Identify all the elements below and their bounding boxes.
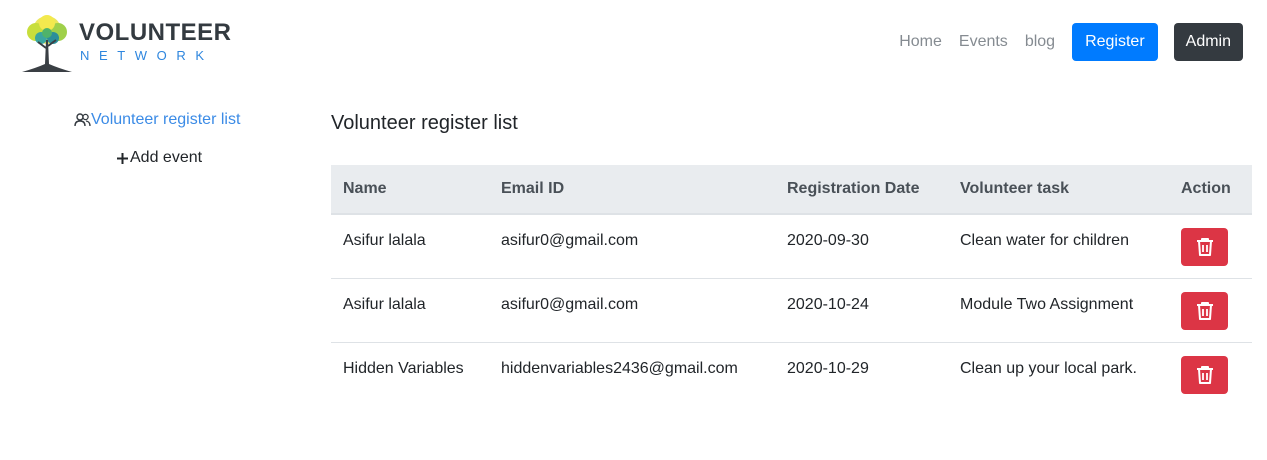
- header-email: Email ID: [489, 165, 775, 215]
- header-action: Action: [1169, 165, 1252, 215]
- delete-button[interactable]: [1181, 355, 1228, 394]
- sidebar-item-label: Volunteer register list: [91, 111, 241, 128]
- cell-task: Clean water for children: [960, 232, 1129, 249]
- volunteer-table: Name Email ID Registration Date Voluntee…: [331, 165, 1252, 406]
- cell-name: Asifur lalala: [343, 232, 426, 249]
- trash-icon: [1196, 301, 1213, 320]
- table-row: Asifur lalala asifur0@gmail.com 2020-10-…: [331, 277, 1252, 342]
- sidebar-item-add-event[interactable]: Add event: [114, 149, 202, 167]
- trash-icon: [1196, 238, 1213, 256]
- sidebar-item-label: Add event: [130, 149, 203, 166]
- page-title: Volunteer register list: [331, 112, 518, 134]
- cell-date: 2020-10-29: [775, 341, 948, 406]
- top-nav: Home Events blog Register Admin: [899, 23, 1243, 61]
- cell-email: asifur0@gmail.com: [501, 232, 639, 249]
- admin-button[interactable]: Admin: [1173, 23, 1243, 61]
- table-header-row: Name Email ID Registration Date Voluntee…: [331, 165, 1252, 215]
- cell-action: [1169, 341, 1252, 406]
- header-name: Name: [331, 165, 489, 215]
- brand-subtitle: NETWORK: [80, 48, 214, 63]
- cell-email: asifur0@gmail.com: [489, 277, 775, 342]
- nav-blog-link[interactable]: blog: [1025, 33, 1055, 51]
- header-task: Volunteer task: [948, 165, 1169, 215]
- cell-name: Asifur lalala: [331, 277, 489, 342]
- people-icon: [73, 111, 91, 129]
- delete-button[interactable]: [1181, 291, 1228, 330]
- table-row: Asifur lalala asifur0@gmail.com 2020-09-…: [331, 214, 1252, 278]
- cell-email: hiddenvariables2436@gmail.com: [489, 341, 775, 406]
- cell-task: Clean up your local park.: [948, 341, 1169, 406]
- table-row: Hidden Variables hiddenvariables2436@gma…: [331, 341, 1252, 406]
- cell-date: 2020-10-24: [775, 277, 948, 342]
- register-button[interactable]: Register: [1072, 23, 1158, 61]
- logo[interactable]: VOLUNTEER NETWORK: [16, 12, 231, 74]
- cell-date: 2020-09-30: [787, 232, 869, 249]
- cell-task: Module Two Assignment: [948, 277, 1169, 342]
- nav-events-link[interactable]: Events: [959, 33, 1008, 51]
- trash-icon: [1196, 365, 1213, 384]
- cell-action: [1169, 277, 1252, 342]
- tree-logo-icon: [22, 15, 72, 72]
- delete-button[interactable]: [1181, 228, 1228, 266]
- header-date: Registration Date: [775, 165, 948, 215]
- cell-name: Hidden Variables: [331, 341, 489, 406]
- cell-action: [1169, 214, 1252, 278]
- brand-title: VOLUNTEER: [79, 19, 232, 46]
- sidebar-item-volunteer-list[interactable]: Volunteer register list: [73, 111, 240, 129]
- nav-home-link[interactable]: Home: [899, 33, 942, 51]
- plus-icon: [114, 149, 130, 167]
